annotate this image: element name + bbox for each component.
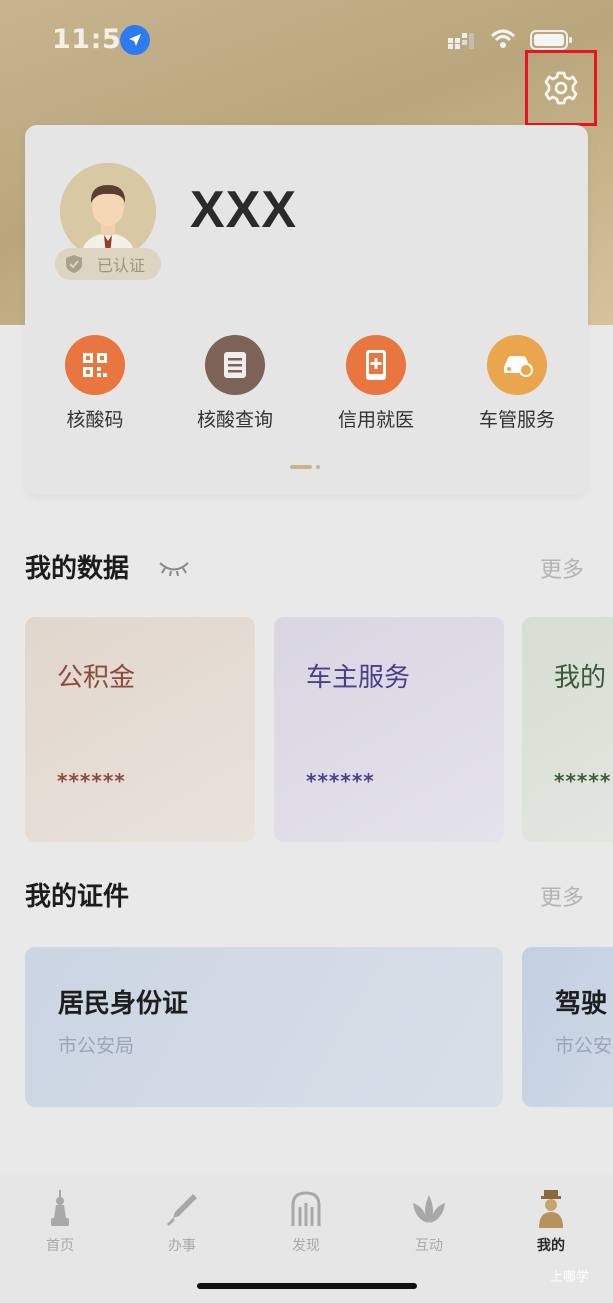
cert-card-title: 驾驶 bbox=[555, 989, 608, 1019]
pen-icon bbox=[142, 1189, 222, 1229]
data-card-value: ****** bbox=[306, 769, 375, 793]
person-icon bbox=[511, 1189, 591, 1229]
avatar[interactable] bbox=[60, 163, 156, 259]
data-card-vehicle-owner[interactable]: 车主服务 ****** bbox=[274, 617, 504, 842]
data-card-value: ***** bbox=[554, 769, 612, 793]
settings-button[interactable] bbox=[525, 50, 597, 126]
lotus-icon bbox=[389, 1189, 469, 1229]
page-indicator bbox=[290, 454, 320, 473]
cert-card-driver-license[interactable]: 驾驶 市公安 bbox=[522, 947, 613, 1107]
tab-interact[interactable]: 互动 bbox=[389, 1189, 469, 1255]
data-card-value: ****** bbox=[57, 769, 126, 793]
section-title-my-certs: 我的证件 bbox=[25, 882, 130, 912]
quick-action-label: 核酸查询 bbox=[196, 409, 273, 431]
tab-label: 我的 bbox=[537, 1238, 565, 1254]
quick-action-nucleic-code[interactable]: 核酸码 bbox=[35, 335, 155, 432]
tab-label: 办事 bbox=[168, 1238, 196, 1254]
tab-services[interactable]: 办事 bbox=[142, 1189, 222, 1255]
tab-discover[interactable]: 发现 bbox=[266, 1189, 346, 1255]
my-certs-more-link[interactable]: 更多 bbox=[540, 880, 584, 912]
qr-code-icon bbox=[65, 335, 125, 395]
profile-card: 已认证 XXX 核酸码 核酸查询 信用就医 车管服务 bbox=[25, 125, 588, 495]
home-tower-icon bbox=[20, 1189, 100, 1229]
signal-icon bbox=[448, 33, 474, 49]
tab-label: 首页 bbox=[46, 1238, 74, 1254]
car-service-icon bbox=[487, 335, 547, 395]
wifi-icon bbox=[490, 29, 516, 48]
gear-icon bbox=[544, 71, 578, 105]
tab-mine[interactable]: 我的 bbox=[511, 1189, 591, 1255]
eye-closed-icon[interactable] bbox=[157, 558, 191, 578]
my-data-more-link[interactable]: 更多 bbox=[540, 552, 584, 584]
quick-action-label: 车管服务 bbox=[478, 409, 555, 431]
arch-icon bbox=[266, 1189, 346, 1229]
battery-icon bbox=[530, 30, 572, 50]
quick-action-vehicle-service[interactable]: 车管服务 bbox=[457, 335, 577, 432]
document-list-icon bbox=[205, 335, 265, 395]
data-card-partial[interactable]: 我的 ***** bbox=[522, 617, 613, 842]
watermark: 上哪学 bbox=[550, 1270, 590, 1285]
home-indicator bbox=[197, 1283, 417, 1289]
cert-card-id-card[interactable]: 居民身份证 市公安局 bbox=[25, 947, 503, 1107]
quick-action-label: 信用就医 bbox=[337, 409, 414, 431]
cert-card-title: 居民身份证 bbox=[58, 989, 189, 1019]
shield-check-icon bbox=[66, 255, 82, 273]
tab-label: 互动 bbox=[415, 1238, 443, 1254]
tab-label: 发现 bbox=[292, 1238, 320, 1254]
tab-home[interactable]: 首页 bbox=[20, 1189, 100, 1255]
section-title-my-data: 我的数据 bbox=[25, 554, 130, 584]
verified-badge: 已认证 bbox=[55, 248, 161, 280]
location-arrow-icon bbox=[120, 25, 150, 55]
medical-phone-icon bbox=[346, 335, 406, 395]
quick-action-label: 核酸码 bbox=[66, 409, 124, 431]
data-card-housing-fund[interactable]: 公积金 ****** bbox=[25, 617, 255, 842]
quick-action-credit-medical[interactable]: 信用就医 bbox=[316, 335, 436, 432]
cert-card-issuer: 市公安 bbox=[555, 1035, 613, 1057]
cert-card-issuer: 市公安局 bbox=[58, 1035, 135, 1057]
user-name: XXX bbox=[190, 181, 298, 239]
verified-label: 已认证 bbox=[97, 256, 146, 275]
data-card-title: 车主服务 bbox=[306, 663, 411, 693]
status-bar: 11:52 bbox=[0, 0, 613, 80]
data-card-title: 公积金 bbox=[57, 663, 136, 693]
data-card-title: 我的 bbox=[554, 663, 607, 693]
quick-action-nucleic-query[interactable]: 核酸查询 bbox=[175, 335, 295, 432]
